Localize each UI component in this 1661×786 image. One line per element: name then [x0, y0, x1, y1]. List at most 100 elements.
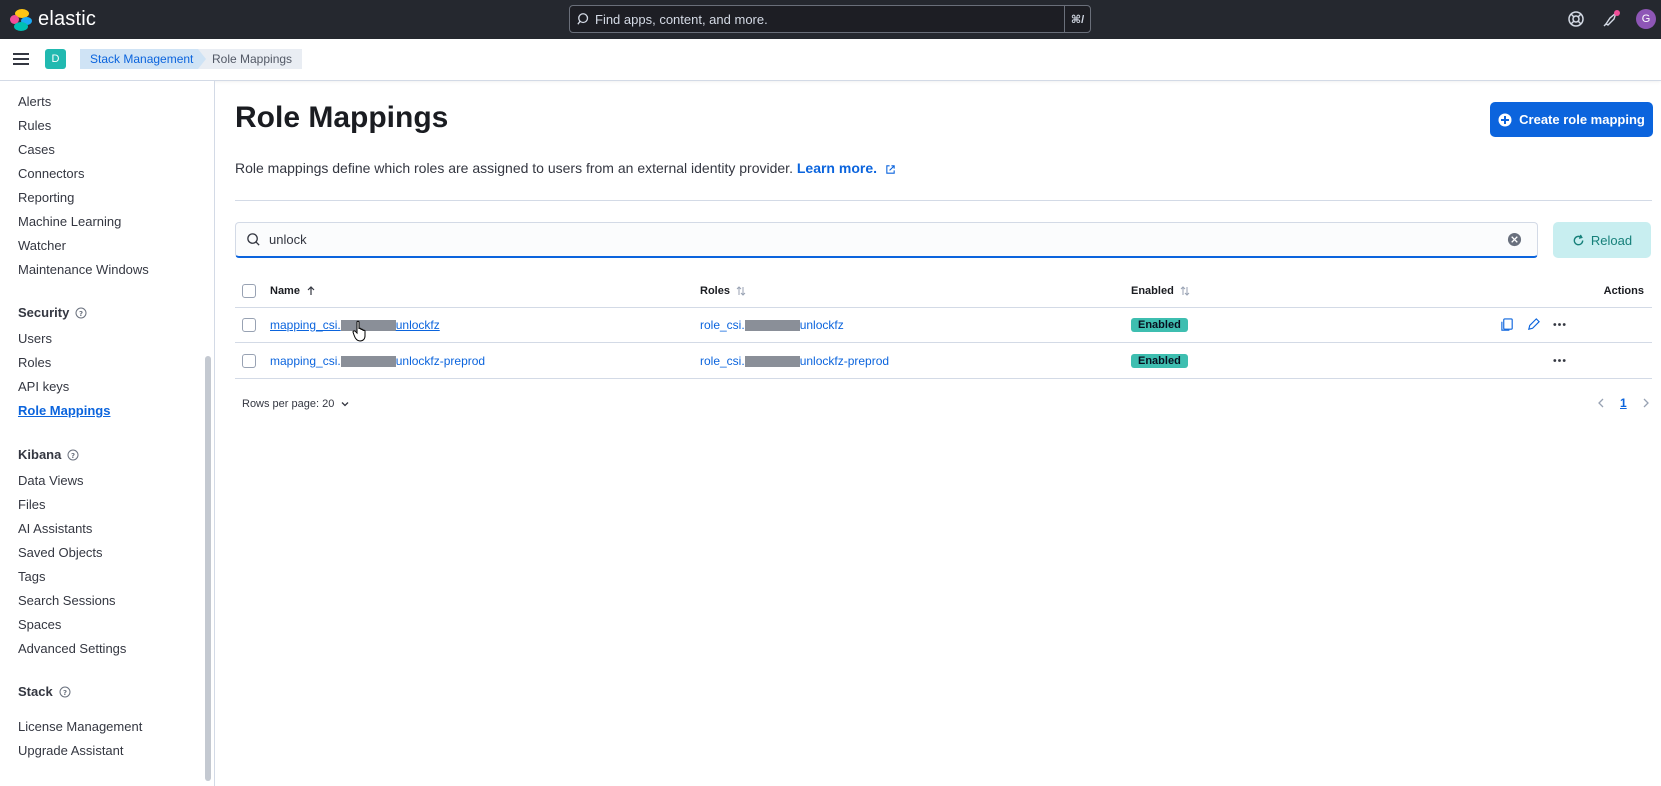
breadcrumb-stack-management[interactable]: Stack Management — [80, 49, 207, 69]
sidebar-item-saved-objects[interactable]: Saved Objects — [18, 545, 103, 560]
create-role-mapping-label: Create role mapping — [1519, 112, 1645, 127]
row-name-suffix: unlockfz — [395, 318, 440, 332]
sort-ascending-icon — [307, 286, 315, 296]
redacted-block — [744, 320, 800, 332]
logo-text: elastic — [38, 8, 97, 30]
sidebar-item-data-views[interactable]: Data Views — [18, 473, 84, 488]
page-number[interactable]: 1 — [1620, 396, 1627, 410]
row-checkbox[interactable] — [242, 354, 256, 368]
rows-per-page-selector[interactable]: Rows per page: 20 — [242, 398, 350, 410]
row-role-link[interactable]: role_csi. unlockfz — [700, 318, 844, 332]
sidebar-item-upgrade-assistant[interactable]: Upgrade Assistant — [18, 743, 124, 758]
main-content: Role Mappings Create role mapping Role m… — [216, 81, 1661, 786]
user-avatar[interactable]: G — [1636, 9, 1656, 29]
more-actions-icon[interactable] — [1552, 353, 1567, 368]
sidebar-item-connectors[interactable]: Connectors — [18, 166, 84, 181]
table-row: mapping_csi. unlockfz role_csi. unlockfz E… — [235, 308, 1652, 343]
question-circle-icon[interactable]: ? — [75, 307, 87, 319]
column-header-name[interactable]: Name — [270, 285, 316, 297]
global-search[interactable]: Find apps, content, and more. ⌘/ — [569, 5, 1091, 33]
question-circle-icon[interactable]: ? — [59, 686, 71, 698]
column-header-enabled[interactable]: Enabled — [1131, 285, 1190, 297]
row-name-prefix: mapping_csi. — [270, 354, 341, 368]
sidebar-group-security-label: Security — [18, 305, 70, 320]
sidebar-item-roles[interactable]: Roles — [18, 355, 51, 370]
chevron-right-icon[interactable] — [1641, 397, 1651, 409]
sidebar-item-license-management[interactable]: License Management — [18, 719, 142, 734]
sidebar-item-cases[interactable]: Cases — [18, 142, 55, 157]
status-badge: Enabled — [1131, 318, 1188, 332]
create-role-mapping-button[interactable]: Create role mapping — [1490, 102, 1653, 137]
row-role-link[interactable]: role_csi. unlockfz-preprod — [700, 354, 889, 368]
sidebar-scrollbar[interactable] — [205, 356, 211, 781]
edit-pencil-icon[interactable] — [1526, 317, 1541, 332]
sidebar-item-tags[interactable]: Tags — [18, 569, 45, 584]
search-icon — [577, 13, 589, 25]
news-feed-rocket-icon[interactable] — [1602, 10, 1620, 28]
elastic-logo[interactable]: elastic — [10, 8, 96, 31]
row-role-prefix: role_csi. — [700, 318, 745, 332]
column-header-roles[interactable]: Roles — [700, 285, 746, 297]
sidebar-item-alerts[interactable]: Alerts — [18, 94, 51, 109]
global-search-placeholder: Find apps, content, and more. — [595, 11, 768, 27]
more-actions-icon[interactable] — [1552, 317, 1567, 332]
row-status: Enabled — [1131, 317, 1188, 332]
sidebar-item-files[interactable]: Files — [18, 497, 45, 512]
help-menu-icon[interactable] — [1567, 10, 1585, 28]
redacted-block — [744, 356, 800, 368]
sidebar-item-role-mappings[interactable]: Role Mappings — [18, 403, 110, 418]
sort-icon — [736, 286, 746, 296]
plus-circle-icon — [1498, 113, 1512, 126]
clear-search-icon[interactable] — [1507, 232, 1522, 247]
row-role-prefix: role_csi. — [700, 354, 745, 368]
sidebar-item-machine-learning[interactable]: Machine Learning — [18, 214, 121, 229]
search-input-value: unlock — [269, 232, 307, 247]
management-sidebar: Alerts Rules Cases Connectors Reporting … — [0, 81, 215, 786]
sidebar-item-advanced-settings[interactable]: Advanced Settings — [18, 641, 126, 656]
description-text: Role mappings define which roles are ass… — [235, 160, 793, 176]
select-all-checkbox[interactable] — [242, 284, 256, 298]
sidebar-item-watcher[interactable]: Watcher — [18, 238, 66, 253]
page-title: Role Mappings — [235, 101, 449, 134]
learn-more-link[interactable]: Learn more. — [797, 160, 877, 176]
role-mapping-search-input[interactable]: unlock — [235, 222, 1538, 258]
divider — [235, 200, 1652, 201]
redacted-block — [340, 356, 396, 368]
rows-per-page-label: Rows per page: 20 — [242, 398, 335, 410]
top-header: elastic Find apps, content, and more. ⌘/… — [0, 0, 1661, 39]
clone-icon[interactable] — [1500, 317, 1515, 332]
column-enabled-label: Enabled — [1131, 285, 1174, 297]
chevron-left-icon[interactable] — [1596, 397, 1606, 409]
svg-text:?: ? — [63, 689, 67, 697]
sidebar-item-rules[interactable]: Rules — [18, 118, 51, 133]
sidebar-group-kibana: Kibana ? — [18, 447, 79, 462]
sidebar-item-api-keys[interactable]: API keys — [18, 379, 69, 394]
column-roles-label: Roles — [700, 285, 730, 297]
table-header: Name Roles Enabled Actions — [235, 274, 1652, 308]
question-circle-icon[interactable]: ? — [67, 449, 79, 461]
sidebar-item-maintenance-windows[interactable]: Maintenance Windows — [18, 262, 149, 277]
row-checkbox[interactable] — [242, 318, 256, 332]
svg-text:?: ? — [71, 452, 75, 460]
sidebar-group-security: Security ? — [18, 305, 87, 320]
space-selector[interactable]: D — [45, 49, 66, 69]
hamburger-menu-icon[interactable] — [13, 53, 29, 65]
sidebar-item-ai-assistants[interactable]: AI Assistants — [18, 521, 92, 536]
reload-label: Reload — [1590, 232, 1633, 248]
sidebar-item-reporting[interactable]: Reporting — [18, 190, 74, 205]
external-link-icon — [886, 165, 895, 174]
reload-button[interactable]: Reload — [1553, 222, 1651, 258]
sidebar-group-stack: Stack ? — [18, 684, 71, 699]
row-name-suffix: unlockfz-preprod — [395, 354, 486, 368]
search-shortcut-badge: ⌘/ — [1064, 6, 1090, 32]
svg-text:?: ? — [79, 310, 83, 318]
breadcrumb-role-mappings: Role Mappings — [198, 49, 303, 69]
refresh-icon — [1573, 234, 1584, 245]
row-name-link[interactable]: mapping_csi. unlockfz-preprod — [270, 354, 485, 368]
sidebar-item-users[interactable]: Users — [18, 331, 52, 346]
hand-cursor-icon — [352, 320, 366, 342]
sidebar-group-stack-label: Stack — [18, 684, 53, 699]
sidebar-item-spaces[interactable]: Spaces — [18, 617, 61, 632]
sidebar-item-search-sessions[interactable]: Search Sessions — [18, 593, 116, 608]
page-description: Role mappings define which roles are ass… — [235, 160, 896, 176]
